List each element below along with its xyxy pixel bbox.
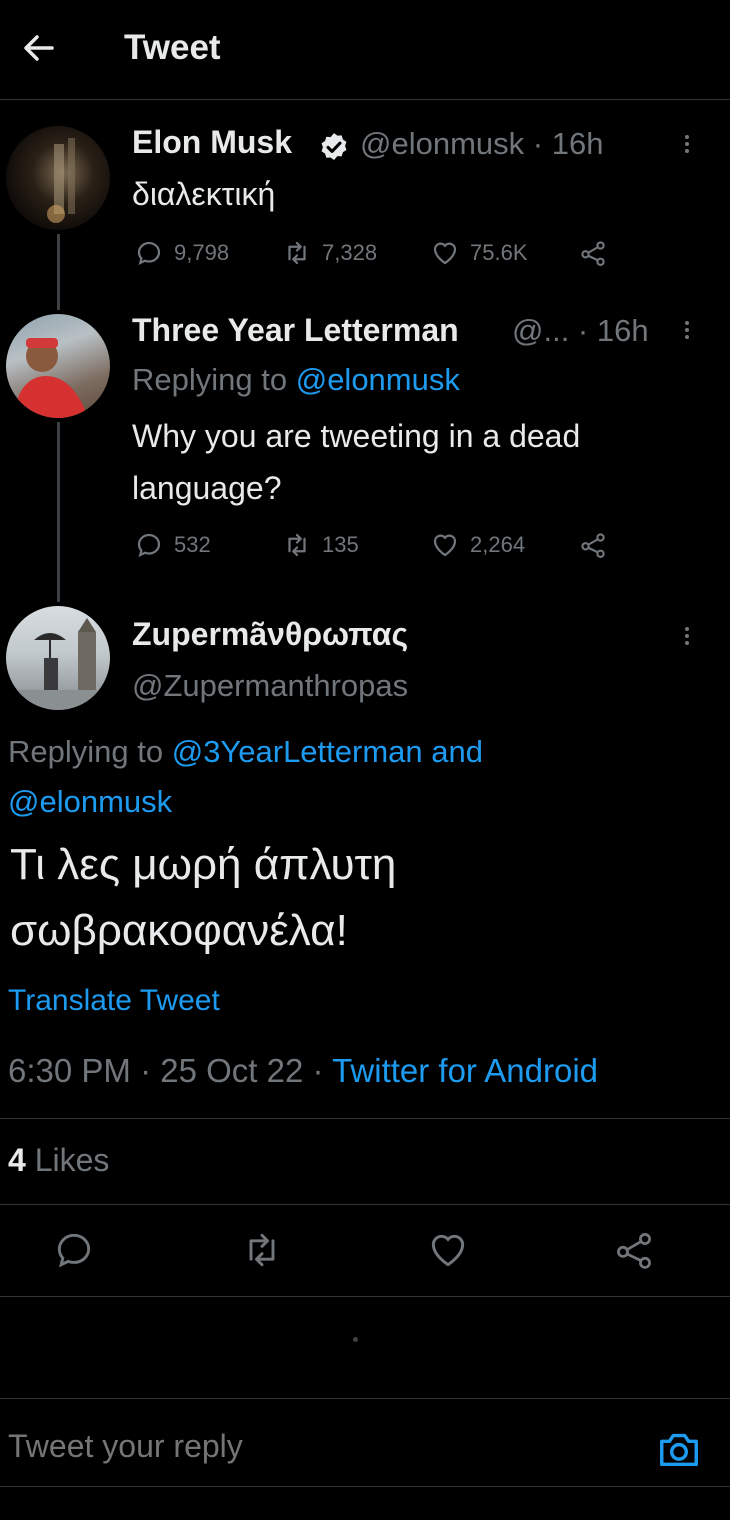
heart-icon — [431, 1234, 465, 1267]
heart-icon — [433, 242, 457, 265]
share-button[interactable] — [612, 1228, 656, 1272]
reply-box-border — [0, 1486, 730, 1487]
like-button[interactable]: 75.6K — [430, 238, 528, 268]
page-title: Tweet — [124, 28, 221, 67]
share-icon — [617, 1233, 651, 1269]
avatar[interactable] — [6, 126, 110, 230]
retweet-button[interactable]: 7,328 — [282, 238, 377, 268]
reply-button[interactable] — [52, 1228, 96, 1272]
mention-link[interactable]: @elonmusk — [8, 784, 172, 820]
tweet-time: 16h — [551, 126, 604, 161]
author-name[interactable]: Three Year Letterman — [132, 312, 459, 349]
share-button[interactable] — [578, 238, 608, 268]
verified-badge-icon — [321, 133, 347, 161]
back-arrow-icon[interactable] — [18, 28, 58, 68]
retweet-icon — [288, 241, 306, 265]
tweet-text: διαλεκτική — [132, 176, 276, 212]
replying-to: Replying to @3YearLetterman and — [8, 734, 483, 769]
reply-icon — [137, 533, 161, 558]
avatar[interactable] — [6, 606, 110, 710]
reply-input[interactable] — [8, 1428, 608, 1465]
loading-dot — [353, 1337, 358, 1342]
replying-to: Replying to @elonmusk — [132, 362, 460, 397]
reply-icon — [137, 241, 161, 266]
translate-tweet-link[interactable]: Translate Tweet — [8, 984, 220, 1018]
author-name[interactable]: Elon Musk — [132, 124, 292, 161]
reply-button[interactable]: 532 — [134, 530, 211, 560]
retweet-icon — [249, 1233, 275, 1267]
likes-count[interactable]: 4 Likes — [8, 1142, 109, 1179]
divider — [0, 1118, 730, 1119]
reply-button[interactable]: 9,798 — [134, 238, 229, 268]
divider — [0, 1296, 730, 1297]
tweet-text: Why you are tweeting in a dead language? — [132, 418, 581, 506]
share-button[interactable] — [578, 530, 608, 560]
author-handle[interactable]: @elonmusk · 16h — [360, 126, 603, 162]
tweet-meta: 6:30 PM · 25 Oct 22 · Twitter for Androi… — [8, 1052, 599, 1089]
thread-connector — [57, 234, 60, 310]
share-icon — [581, 533, 605, 558]
source-link[interactable]: Twitter for Android — [332, 1052, 598, 1089]
reply-icon — [57, 1233, 91, 1268]
share-icon — [581, 241, 605, 266]
camera-icon[interactable] — [656, 1426, 702, 1472]
top-bar: Tweet — [0, 0, 730, 100]
author-handle[interactable]: @Zupermanthropas — [132, 668, 408, 704]
mention-link[interactable]: @3YearLetterman and — [172, 734, 483, 769]
retweet-button[interactable]: 135 — [282, 530, 359, 560]
heart-icon — [433, 534, 457, 557]
like-button[interactable]: 2,264 — [430, 530, 525, 560]
like-button[interactable] — [426, 1228, 470, 1272]
main-tweet-text: Τι λες μωρή άπλυτη σωβρακοφανέλα! — [10, 840, 397, 955]
thread-connector — [57, 422, 60, 602]
divider — [0, 1204, 730, 1205]
retweet-button[interactable] — [240, 1228, 284, 1272]
mention-link[interactable]: @elonmusk — [296, 362, 460, 397]
more-options-icon[interactable] — [682, 132, 692, 162]
avatar[interactable] — [6, 314, 110, 418]
tweet-time: 16h — [596, 313, 649, 348]
retweet-icon — [288, 533, 306, 557]
more-options-icon[interactable] — [682, 624, 692, 654]
author-name[interactable]: Zupermãνθρωπας — [132, 616, 408, 653]
author-handle[interactable]: @... · 16h — [512, 313, 649, 349]
divider — [0, 1398, 730, 1399]
more-options-icon[interactable] — [682, 318, 692, 348]
